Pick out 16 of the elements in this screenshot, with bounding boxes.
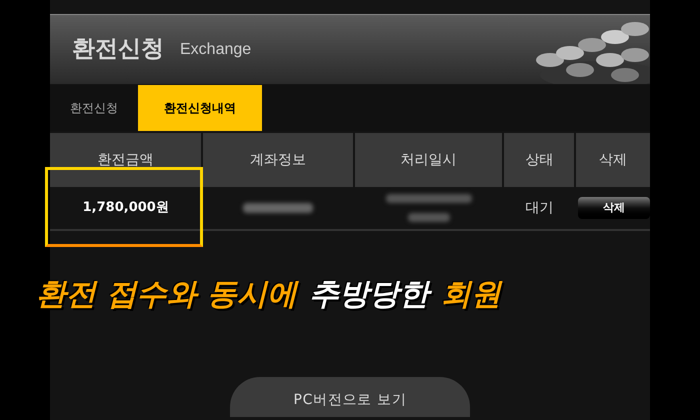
table-cell-text: 1,780,000원 bbox=[82, 199, 170, 218]
tab[interactable]: 환전신청 bbox=[50, 85, 138, 131]
table-cell-text: 대기 bbox=[524, 198, 554, 218]
column-header: 상태 bbox=[504, 133, 574, 187]
column-header: 삭제 bbox=[576, 133, 650, 187]
page-subtitle: Exchange bbox=[180, 40, 252, 60]
caption-text: 회원 bbox=[440, 276, 501, 314]
page-title: 환전신청 bbox=[72, 35, 164, 64]
caption-text: 환전 접수와 동시에 bbox=[36, 276, 297, 314]
delete-button[interactable]: 삭제 bbox=[578, 197, 650, 219]
column-header: 환전금액 bbox=[50, 133, 202, 187]
column-header: 계좌정보 bbox=[203, 133, 353, 187]
blurred-text-drawing bbox=[243, 202, 314, 214]
pc-version-button[interactable]: PC버전으로 보기 bbox=[230, 377, 470, 417]
column-header: 처리일시 bbox=[354, 133, 502, 187]
tab[interactable]: 환전신청내역 bbox=[138, 85, 262, 131]
